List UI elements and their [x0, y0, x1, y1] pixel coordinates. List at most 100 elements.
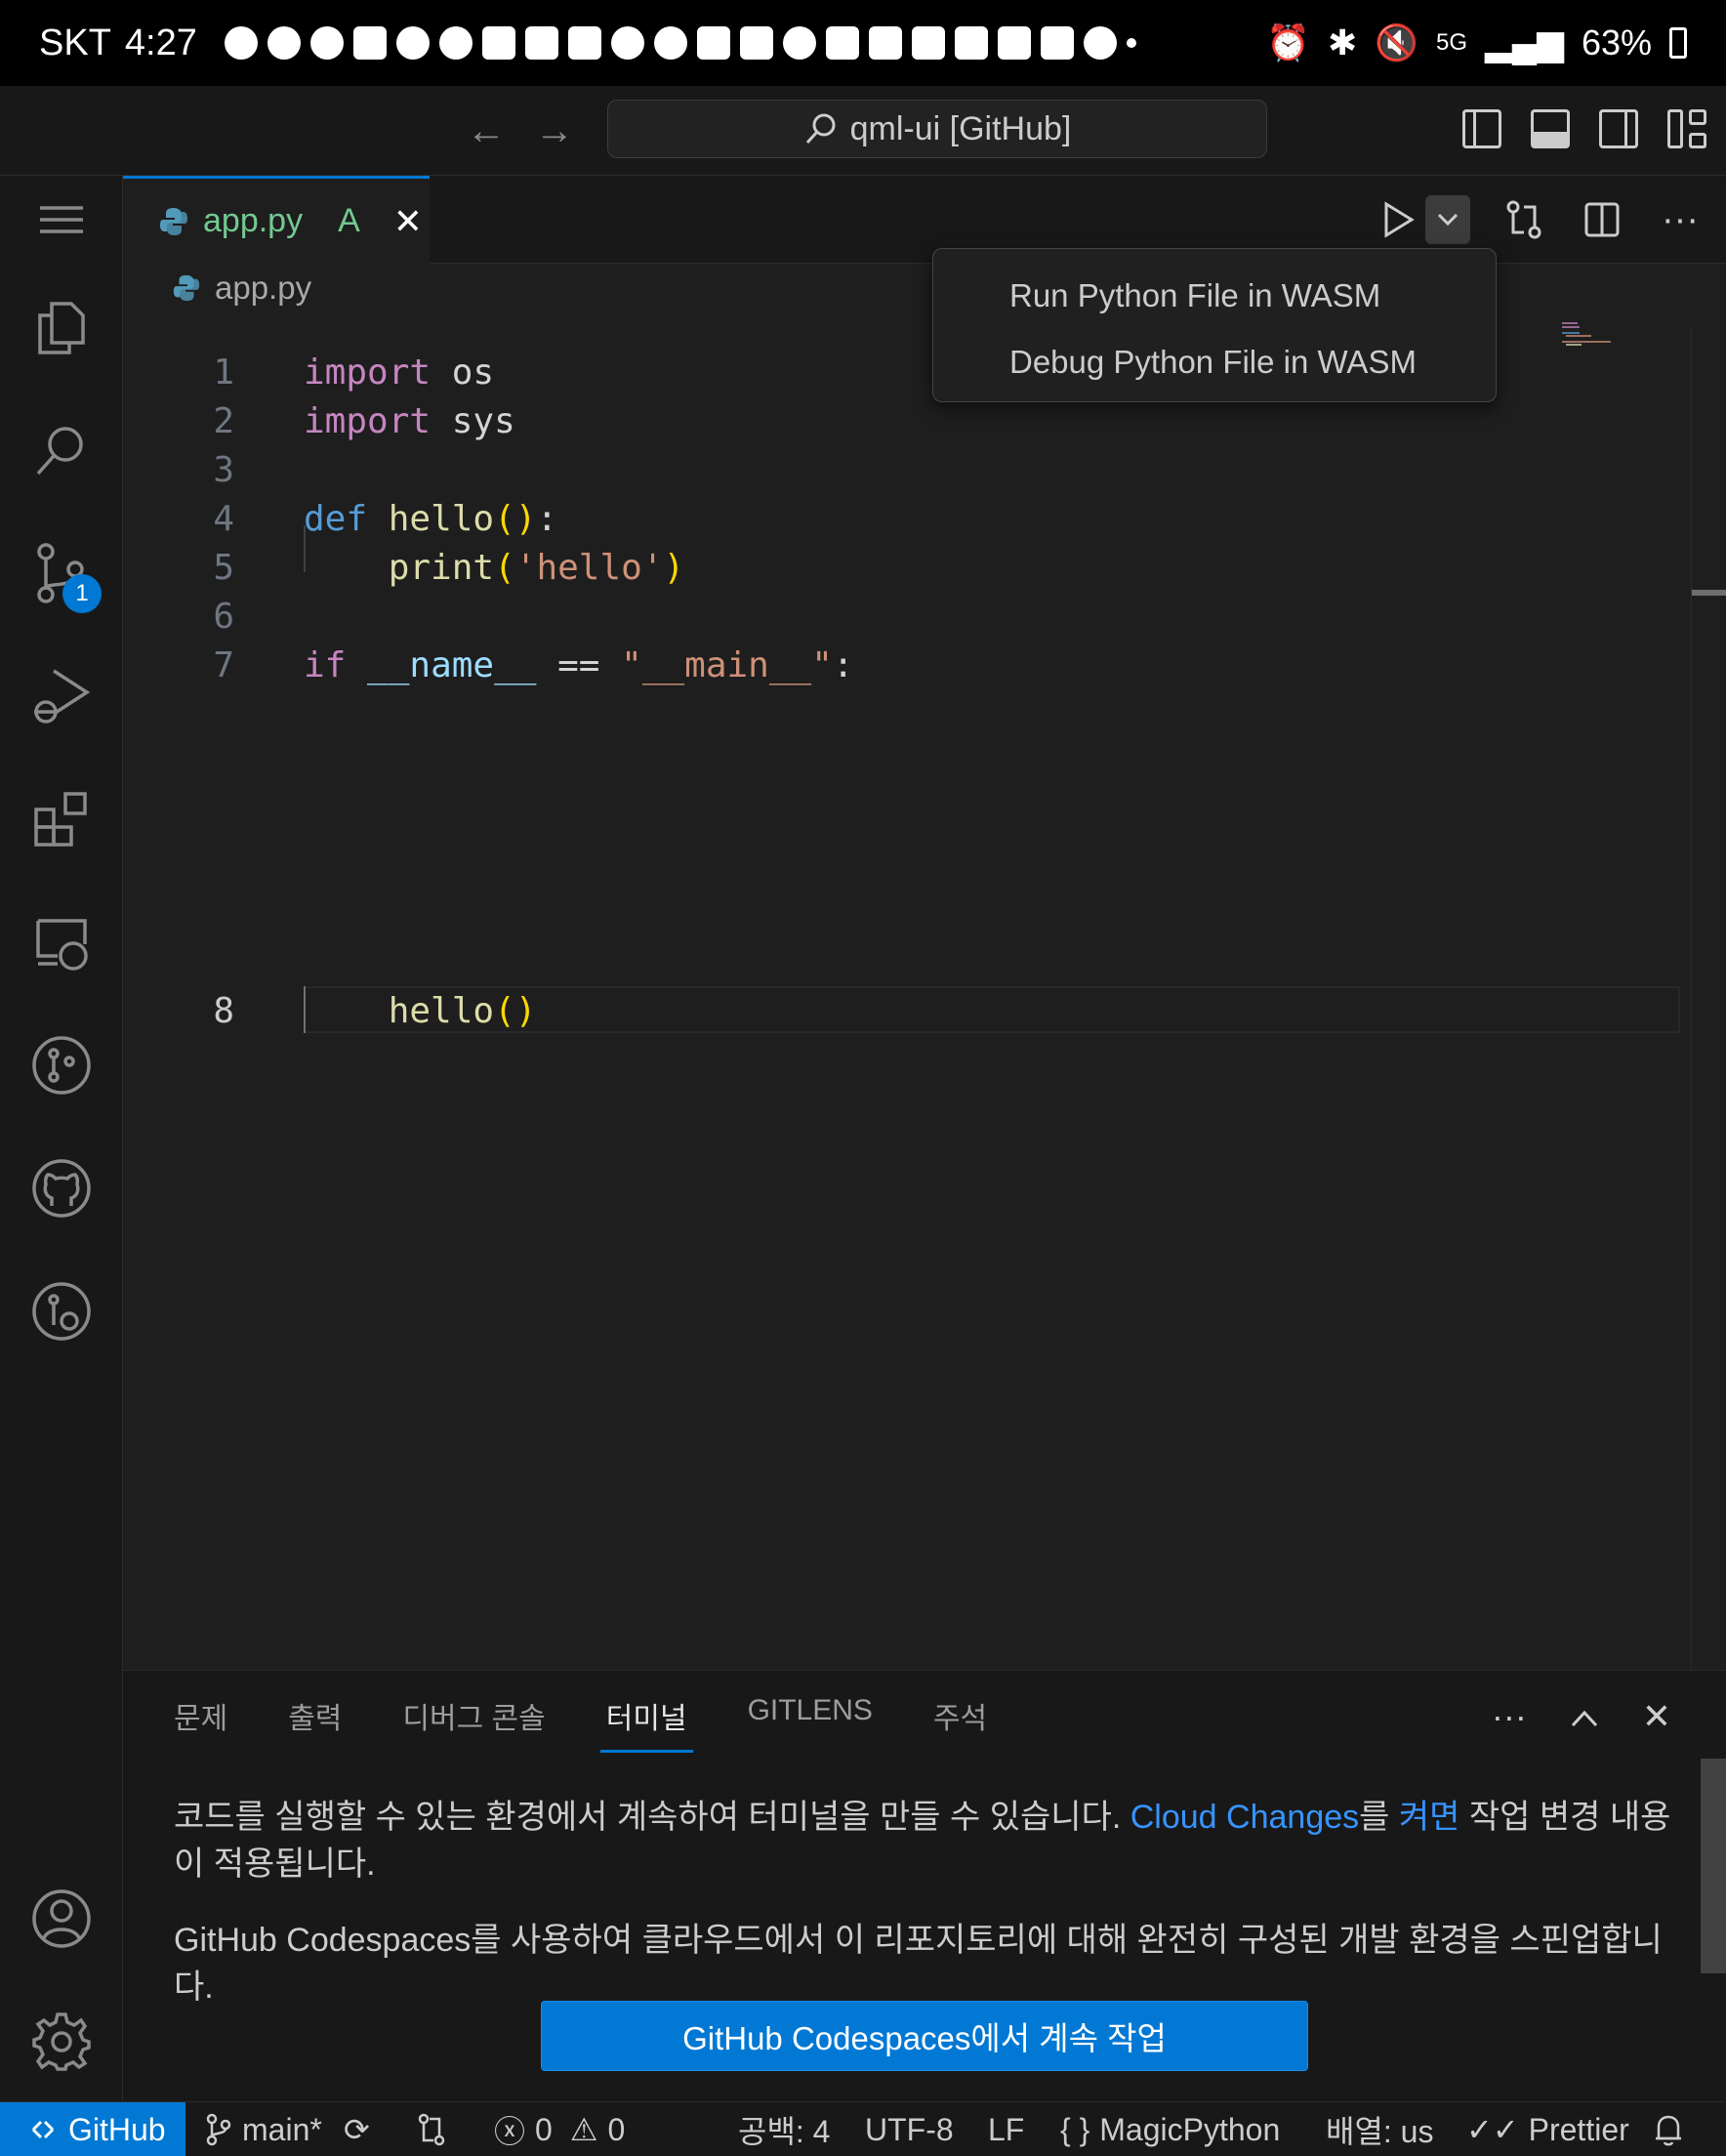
title-bar: ← → qml-ui [GitHub]: [0, 86, 1726, 176]
keyboard-layout-indicator[interactable]: 배열: us: [1326, 2102, 1433, 2156]
editor-vertical-scrollbar[interactable]: [1691, 326, 1726, 1674]
branch-indicator[interactable]: main*: [205, 2102, 322, 2156]
explorer-icon[interactable]: [25, 291, 98, 363]
tab-problems[interactable]: 문제: [174, 1694, 227, 1753]
scrollbar-thumb[interactable]: [1692, 590, 1726, 596]
continue-in-codespaces-button[interactable]: GitHub Codespaces에서 계속 작업: [541, 2001, 1308, 2071]
phone-status-bar: SKT 4:27 ⏰ ✱ �: [0, 0, 1726, 86]
settings-gear-icon[interactable]: [25, 2006, 98, 2078]
line-number: 5: [213, 547, 234, 588]
turn-on-link[interactable]: 켜면: [1399, 1799, 1460, 1836]
line-number: 6: [213, 596, 234, 637]
github-pull-requests-icon[interactable]: [25, 1275, 98, 1348]
command-center-label: qml-ui [GitHub]: [849, 109, 1072, 147]
error-icon: ⓧ: [494, 2114, 526, 2149]
tab-app-py[interactable]: app.py A ✕: [123, 176, 430, 264]
code-line: 6: [123, 592, 234, 641]
warning-icon: ⚠: [569, 2112, 598, 2147]
status-bar: GitHub main* ⟳ ⓧ 0 ⚠ 0 공백: 4 UTF-8 LF { …: [0, 2101, 1726, 2156]
remote-indicator[interactable]: GitHub: [0, 2102, 185, 2156]
more-actions-icon[interactable]: ···: [1656, 195, 1705, 244]
code-line: 7 if __name__ == "__main__":: [123, 641, 853, 689]
message-text: 코드를 실행할 수 있는 환경에서 계속하여 터미널을 만들 수 있습니다.: [174, 1799, 1130, 1836]
run-python-file-in-wasm-item[interactable]: Run Python File in WASM: [933, 263, 1496, 329]
line-number: 2: [213, 400, 234, 441]
git-graph-icon[interactable]: [25, 1029, 98, 1101]
sync-icon[interactable]: ⟳: [344, 2102, 370, 2156]
back-arrow-icon[interactable]: ←: [467, 109, 506, 153]
language-name: MagicPython: [1099, 2111, 1281, 2147]
cloud-changes-link[interactable]: Cloud Changes: [1130, 1799, 1359, 1836]
signal-icon: ▂▄▆: [1485, 22, 1564, 62]
pen-notification-icon: [739, 26, 773, 60]
open-changes-icon[interactable]: [1500, 195, 1548, 244]
remote-label: GitHub: [68, 2111, 166, 2147]
command-center[interactable]: qml-ui [GitHub]: [607, 100, 1267, 158]
customize-layout-icon[interactable]: [1667, 109, 1706, 148]
bluetooth-icon: ✱: [1328, 22, 1358, 62]
user-notification-icon: [610, 26, 644, 60]
line-number: 3: [213, 449, 234, 490]
source-control-badge: 1: [62, 574, 102, 613]
code-editor[interactable]: 1 import os 2 import sys 3 4 def hello()…: [123, 322, 1726, 1670]
debug-python-file-in-wasm-item[interactable]: Debug Python File in WASM: [933, 329, 1496, 395]
close-tab-icon[interactable]: ✕: [393, 201, 423, 242]
extensions-icon[interactable]: [25, 783, 98, 855]
notifications-bell-icon[interactable]: [1654, 2102, 1683, 2156]
minimap[interactable]: [1562, 322, 1621, 352]
problems-indicator[interactable]: ⓧ 0 ⚠ 0: [494, 2102, 625, 2156]
search-icon[interactable]: [25, 414, 98, 486]
split-editor-icon[interactable]: [1578, 195, 1626, 244]
toggle-panel-icon[interactable]: [1531, 109, 1570, 148]
run-and-debug-icon[interactable]: [25, 660, 98, 732]
encoding-indicator[interactable]: UTF-8: [865, 2102, 954, 2156]
talk-notification-icon: [224, 26, 258, 60]
tab-terminal[interactable]: 터미널: [599, 1694, 693, 1753]
tab-output[interactable]: 출력: [288, 1694, 342, 1753]
eol-indicator[interactable]: LF: [988, 2102, 1024, 2156]
toggle-secondary-sidebar-icon[interactable]: [1599, 109, 1638, 148]
tiktok-notification-icon: [825, 26, 859, 60]
code-text: import os: [304, 352, 495, 393]
indentation-indicator[interactable]: 공백: 4: [738, 2102, 830, 2156]
tab-gitlens[interactable]: GITLENS: [748, 1694, 873, 1753]
tab-comments[interactable]: 주석: [933, 1694, 987, 1753]
network-type: 5G: [1436, 29, 1468, 56]
remote-explorer-icon[interactable]: [25, 906, 98, 978]
w-notification-icon: [1040, 26, 1074, 60]
panel-more-actions-icon[interactable]: ···: [1492, 1696, 1527, 1737]
tab-debug-console[interactable]: 디버그 콘솔: [402, 1694, 545, 1753]
breadcrumb[interactable]: app.py: [172, 270, 311, 307]
maximize-panel-chevron-up-icon[interactable]: [1570, 1696, 1599, 1737]
run-options-dropdown: Run Python File in WASM Debug Python Fil…: [932, 248, 1497, 402]
toggle-primary-sidebar-icon[interactable]: [1462, 109, 1501, 148]
code-line: 2 import sys: [123, 396, 514, 445]
code-line: 1 import os: [123, 348, 494, 396]
run-python-file-icon[interactable]: [1375, 195, 1423, 244]
github-icon[interactable]: [25, 1152, 98, 1224]
close-panel-icon[interactable]: ✕: [1642, 1696, 1671, 1737]
code-line: 5 print('hello'): [123, 543, 684, 592]
check-all-icon: ✓✓: [1466, 2112, 1519, 2147]
google-notification-icon: [1083, 26, 1117, 60]
forward-arrow-icon[interactable]: →: [535, 109, 574, 153]
prettier-indicator[interactable]: ✓✓ Prettier: [1466, 2102, 1629, 2156]
coffee-notification-icon: [782, 26, 816, 60]
line-number: 4: [213, 498, 234, 539]
code-text: if __name__ == "__main__":: [304, 644, 854, 685]
menu-icon[interactable]: [25, 184, 98, 256]
git-compare-icon[interactable]: [416, 2102, 447, 2156]
line-number: 1: [213, 352, 234, 393]
error-count: 0: [535, 2111, 553, 2147]
run-options-chevron-down-icon[interactable]: [1425, 195, 1470, 244]
panel-scrollbar[interactable]: [1701, 1759, 1726, 1973]
language-mode-indicator[interactable]: { } MagicPython: [1060, 2102, 1280, 2156]
terminal-unavailable-message: 코드를 실행할 수 있는 환경에서 계속하여 터미널을 만들 수 있습니다. C…: [174, 1794, 1697, 1887]
python-file-icon: [173, 274, 200, 302]
clock: 4:27: [124, 21, 197, 63]
source-control-icon[interactable]: 1: [25, 537, 102, 613]
carrier: SKT: [39, 21, 111, 63]
git-added-status: A: [338, 202, 360, 239]
accounts-icon[interactable]: [25, 1883, 98, 1955]
eleven-notification-icon: [524, 26, 558, 60]
